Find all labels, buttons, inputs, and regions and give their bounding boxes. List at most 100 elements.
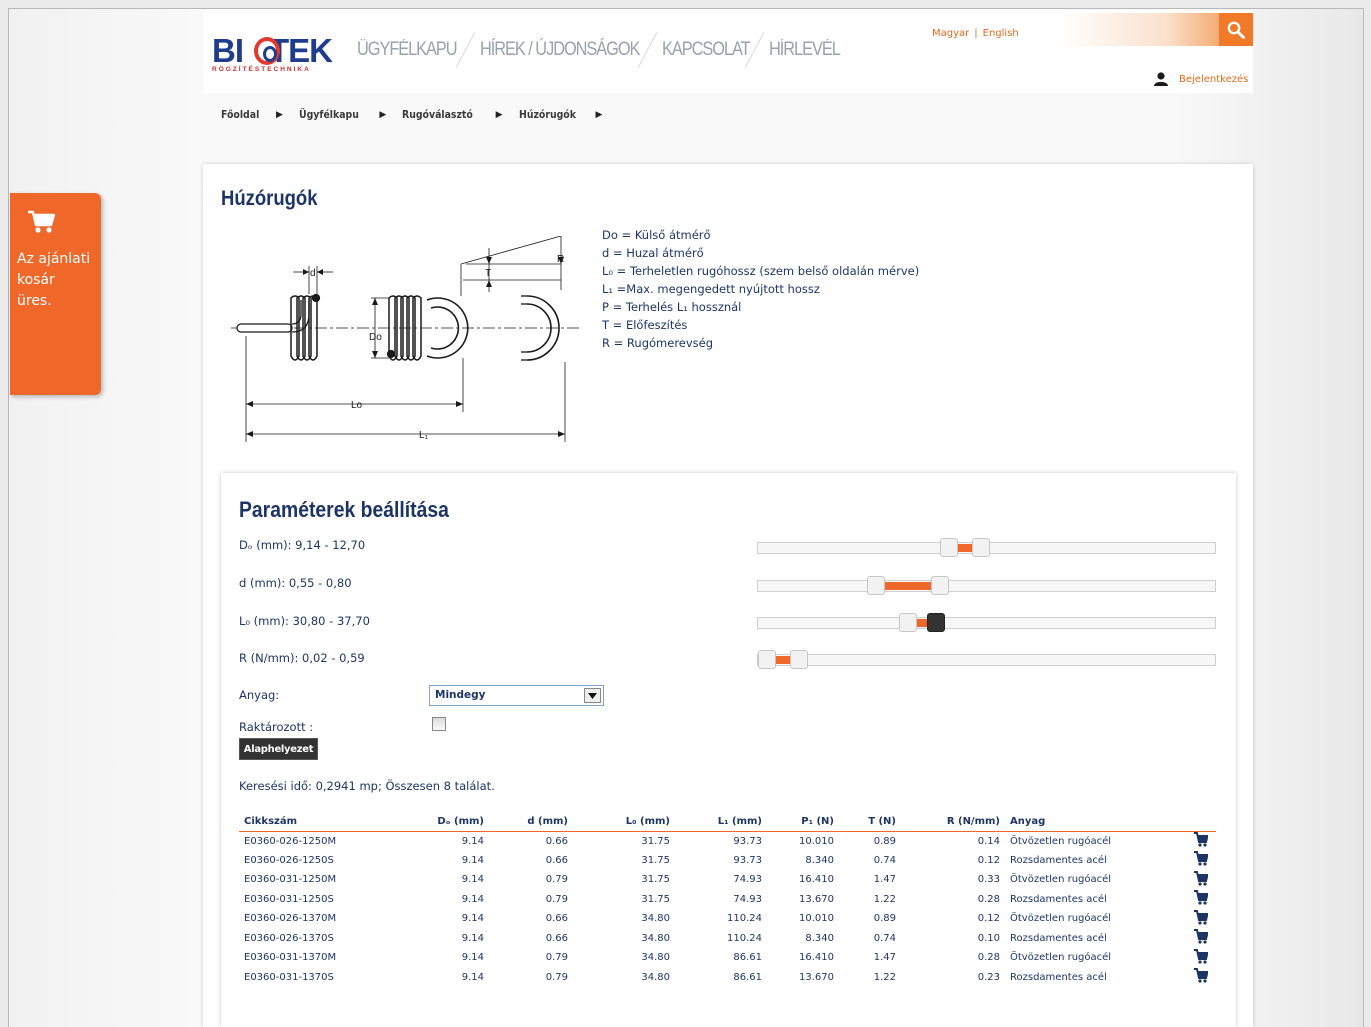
search-input[interactable] [1063, 21, 1219, 39]
table-row: E0360-031-1370M 9.14 0.79 34.80 86.61 16.410 1… [239, 948, 1216, 968]
col-header-l1[interactable]: L₁ (mm) [675, 813, 767, 832]
table-cell: E0360-031-1370S [244, 971, 334, 983]
slider-handle-max[interactable] [972, 538, 991, 557]
add-to-cart-button[interactable] [1155, 831, 1216, 851]
table-cell: E0360-026-1250S [244, 854, 334, 866]
table-cell: 34.80 [641, 952, 670, 964]
add-to-cart-button[interactable] [1155, 909, 1216, 929]
table-cell: 31.75 [641, 835, 670, 847]
reset-button[interactable]: Alaphelyezet [239, 738, 318, 760]
col-header-do[interactable]: Dₒ (mm) [417, 813, 489, 832]
col-header-cart [1155, 813, 1216, 832]
slider-handle-max[interactable] [926, 613, 945, 632]
table-cell: 0.66 [545, 932, 568, 944]
col-header-lo[interactable]: L₀ (mm) [573, 813, 675, 832]
symbol-legend: Do = Külső átmérő d = Huzal átmérő L₀ = … [602, 226, 919, 352]
table-cell: 110.24 [727, 913, 762, 925]
add-to-cart-button[interactable] [1155, 968, 1216, 988]
table-cell: 74.93 [733, 874, 762, 886]
table-cell: 13.670 [799, 893, 834, 905]
nav-divider [637, 32, 658, 68]
col-header-cikkszam[interactable]: Cikkszám [239, 813, 417, 832]
table-cell: 34.80 [641, 971, 670, 983]
col-header-anyag[interactable]: Anyag [1005, 813, 1155, 832]
table-cell: Ötvözetlen rugóacél [1010, 952, 1112, 964]
parameters-title: Paraméterek beállítása [239, 497, 449, 522]
table-cell: 31.75 [641, 854, 670, 866]
breadcrumb-arrow-icon: ▶ [379, 109, 387, 120]
breadcrumb-home[interactable]: Főoldal [221, 108, 259, 121]
col-header-d[interactable]: d (mm) [489, 813, 573, 832]
nav-hirek[interactable]: HÍREK / ÚJDONSÁGOK [480, 39, 640, 61]
main-nav: ÜGYFÉLKAPU HÍREK / ÚJDONSÁGOK KAPCSOLAT … [357, 32, 851, 68]
slider-spring-rate[interactable] [757, 650, 1216, 669]
slider-handle-max[interactable] [931, 576, 950, 595]
material-label: Anyag: [239, 688, 280, 702]
slider-handle-min[interactable] [899, 613, 918, 632]
slider-free-length[interactable] [757, 613, 1216, 632]
biotek-logo[interactable]: BI TEK RÖGZÍTÉSTECHNIKA [212, 34, 336, 74]
table-cell: Ötvözetlen rugóacél [1010, 835, 1112, 847]
cart-icon [1194, 948, 1209, 964]
table-cell: 1.47 [873, 952, 896, 964]
legend-item: T = Előfeszítés [602, 318, 688, 332]
add-to-cart-button[interactable] [1155, 851, 1216, 871]
breadcrumb-rugovalaszto[interactable]: Rugóválasztó [402, 108, 473, 121]
table-cell: 0.23 [977, 971, 1000, 983]
slider-handle-max[interactable] [789, 650, 808, 669]
table-row: E0360-026-1250M 9.14 0.66 31.75 93.73 10.010 0… [239, 831, 1216, 851]
table-cell: E0360-031-1370M [244, 952, 337, 964]
col-header-p1[interactable]: P₁ (N) [767, 813, 839, 832]
diagram-label-Lo: Lo [351, 400, 363, 411]
add-to-cart-button[interactable] [1155, 870, 1216, 890]
table-row: E0360-031-1370S 9.14 0.79 34.80 86.61 13.670 1… [239, 968, 1216, 988]
table-cell: 8.340 [805, 932, 834, 944]
slider-handle-min[interactable] [940, 538, 959, 557]
lang-english[interactable]: English [983, 28, 1019, 39]
material-select[interactable]: Mindegy [429, 685, 604, 706]
legend-item: R = Rugómerevség [602, 336, 714, 350]
stock-checkbox[interactable] [432, 717, 446, 731]
breadcrumb-ugyfelkapu[interactable]: Ügyfélkapu [299, 108, 359, 121]
table-cell: 86.61 [733, 952, 762, 964]
lang-hungarian[interactable]: Magyar [932, 28, 969, 39]
table-cell: 0.33 [977, 874, 1000, 886]
diagram-label-T: T [485, 268, 491, 279]
cart-icon [1194, 832, 1209, 847]
nav-ugyfelkapu[interactable]: ÜGYFÉLKAPU [357, 39, 458, 61]
col-header-t[interactable]: T (N) [839, 813, 901, 832]
add-to-cart-button[interactable] [1155, 929, 1216, 949]
logo-ring-icon [254, 37, 280, 65]
login-link[interactable]: Bejelentkezés [1153, 72, 1248, 86]
search-button[interactable] [1219, 13, 1253, 46]
table-cell: 16.410 [799, 952, 834, 964]
nav-hirlevel[interactable]: HÍRLEVÉL [769, 39, 841, 61]
slider-handle-min[interactable] [757, 650, 776, 669]
table-cell: 8.340 [805, 854, 834, 866]
add-to-cart-button[interactable] [1155, 890, 1216, 910]
table-cell: 93.73 [733, 835, 762, 847]
table-cell: 31.75 [641, 874, 670, 886]
language-switcher: Magyar | English [932, 28, 1019, 39]
table-cell: E0360-026-1370M [244, 913, 337, 925]
quote-cart-widget[interactable]: Az ajánlati kosár üres. [10, 193, 101, 395]
nav-kapcsolat[interactable]: KAPCSOLAT [662, 39, 751, 61]
table-cell: 0.74 [873, 854, 896, 866]
material-select-value: Mindegy [435, 689, 486, 701]
breadcrumb-huzorugok[interactable]: Húzórugók [519, 108, 576, 121]
table-cell: 0.12 [977, 913, 1000, 925]
table-cell: E0360-026-1370S [244, 932, 334, 944]
search-box [1059, 13, 1253, 46]
slider-outer-diameter[interactable] [757, 538, 1216, 557]
slider-handle-min[interactable] [867, 576, 886, 595]
slider-wire-diameter[interactable] [757, 576, 1216, 595]
param-label-spring-rate: R (N/mm): 0,02 - 0,59 [239, 651, 365, 665]
login-label: Bejelentkezés [1179, 73, 1249, 85]
add-to-cart-button[interactable] [1155, 948, 1216, 968]
table-cell: 10.010 [799, 835, 834, 847]
table-cell: 16.410 [799, 874, 834, 886]
table-cell: 0.89 [873, 913, 896, 925]
col-header-r[interactable]: R (N/mm) [901, 813, 1005, 832]
table-cell: 9.14 [461, 913, 484, 925]
lang-separator: | [974, 28, 978, 39]
